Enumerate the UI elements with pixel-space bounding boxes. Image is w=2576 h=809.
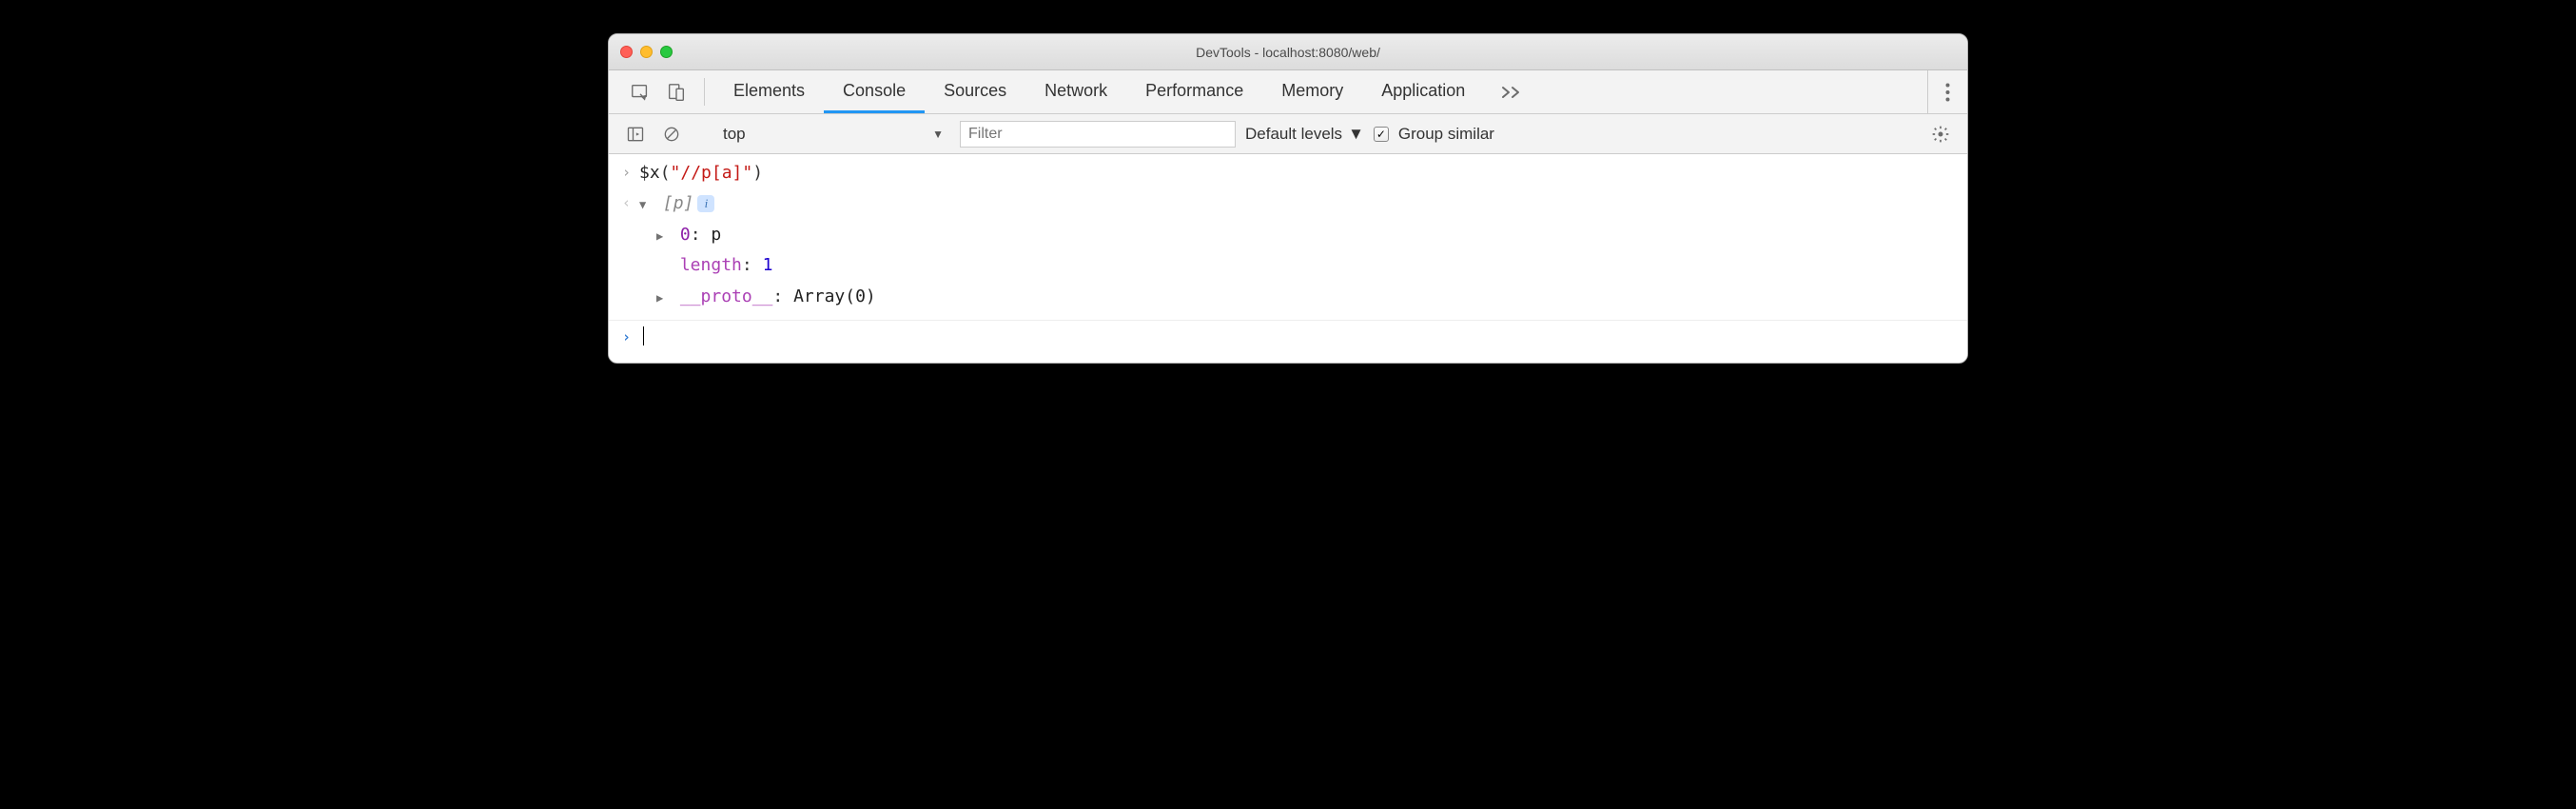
levels-label: Default levels xyxy=(1245,125,1342,144)
entry-key: 0 xyxy=(680,225,691,245)
filter-input[interactable] xyxy=(960,121,1236,148)
console-output: › $x("//p[a]") ‹ ▼ [p]i ▶ 0: p length: 1… xyxy=(609,154,1967,363)
entry-key: length xyxy=(680,255,742,275)
entry-value: Array(0) xyxy=(793,286,876,306)
tab-network[interactable]: Network xyxy=(1025,70,1126,113)
toggle-sidebar-icon[interactable] xyxy=(622,125,649,144)
tab-console[interactable]: Console xyxy=(824,70,925,113)
console-prompt[interactable]: › xyxy=(609,323,1967,363)
customize-menu-icon[interactable] xyxy=(1927,70,1967,113)
object-summary[interactable]: ▼ [p]i xyxy=(639,188,714,219)
tab-label: Sources xyxy=(944,81,1006,101)
tab-application[interactable]: Application xyxy=(1362,70,1484,113)
context-value: top xyxy=(723,125,746,144)
group-similar-toggle[interactable]: ✓ Group similar xyxy=(1374,125,1494,144)
console-settings-icon[interactable] xyxy=(1927,125,1954,144)
entry-value: p xyxy=(711,225,721,245)
object-entry[interactable]: length: 1 xyxy=(609,250,1967,281)
tab-label: Network xyxy=(1044,81,1107,101)
divider xyxy=(704,78,705,106)
tab-elements[interactable]: Elements xyxy=(714,70,824,113)
tab-label: Console xyxy=(843,81,906,101)
checkbox-checked-icon: ✓ xyxy=(1374,127,1389,142)
console-result-row: ‹ ▼ [p]i xyxy=(609,188,1967,219)
window-title: DevTools - localhost:8080/web/ xyxy=(609,45,1967,60)
inspect-element-icon[interactable] xyxy=(622,70,658,113)
console-input[interactable] xyxy=(639,323,644,353)
paren: ) xyxy=(752,163,763,183)
more-tabs-icon[interactable] xyxy=(1484,70,1543,113)
tabs-bar: Elements Console Sources Network Perform… xyxy=(609,70,1967,114)
disclosure-open-icon[interactable]: ▼ xyxy=(639,195,653,216)
titlebar: DevTools - localhost:8080/web/ xyxy=(609,34,1967,70)
log-levels-selector[interactable]: Default levels ▼ xyxy=(1245,125,1364,144)
tab-label: Application xyxy=(1381,81,1465,101)
text-cursor xyxy=(643,326,644,345)
disclosure-closed-icon[interactable]: ▶ xyxy=(656,288,670,309)
tab-memory[interactable]: Memory xyxy=(1262,70,1362,113)
entry-value: 1 xyxy=(763,255,773,275)
object-entry[interactable]: ▶ 0: p xyxy=(609,220,1967,250)
input-marker-icon: › xyxy=(622,158,639,186)
group-similar-label: Group similar xyxy=(1398,125,1494,144)
chevron-down-icon: ▼ xyxy=(932,128,944,141)
devtools-window: DevTools - localhost:8080/web/ Elements … xyxy=(608,33,1968,364)
console-filter-bar: top ▼ Default levels ▼ ✓ Group similar xyxy=(609,114,1967,154)
tab-label: Elements xyxy=(733,81,805,101)
object-entry[interactable]: ▶ __proto__: Array(0) xyxy=(609,282,1967,318)
divider xyxy=(609,320,1967,321)
string-literal: "//p[a]" xyxy=(671,163,753,183)
fn-name: $x xyxy=(639,163,660,183)
info-icon[interactable]: i xyxy=(697,195,714,212)
chevron-down-icon: ▼ xyxy=(1348,125,1364,144)
paren: ( xyxy=(660,163,671,183)
tab-label: Performance xyxy=(1145,81,1243,101)
disclosure-closed-icon[interactable]: ▶ xyxy=(656,227,670,247)
tab-label: Memory xyxy=(1281,81,1343,101)
context-selector[interactable]: top ▼ xyxy=(712,120,950,148)
output-marker-icon: ‹ xyxy=(622,188,639,216)
tab-sources[interactable]: Sources xyxy=(925,70,1025,113)
tab-performance[interactable]: Performance xyxy=(1126,70,1262,113)
console-input-echo: › $x("//p[a]") xyxy=(609,158,1967,188)
toggle-device-icon[interactable] xyxy=(658,70,694,113)
clear-console-icon[interactable] xyxy=(658,125,685,144)
prompt-icon: › xyxy=(622,323,639,350)
entry-key: __proto__ xyxy=(680,286,773,306)
code-line[interactable]: $x("//p[a]") xyxy=(639,158,763,188)
